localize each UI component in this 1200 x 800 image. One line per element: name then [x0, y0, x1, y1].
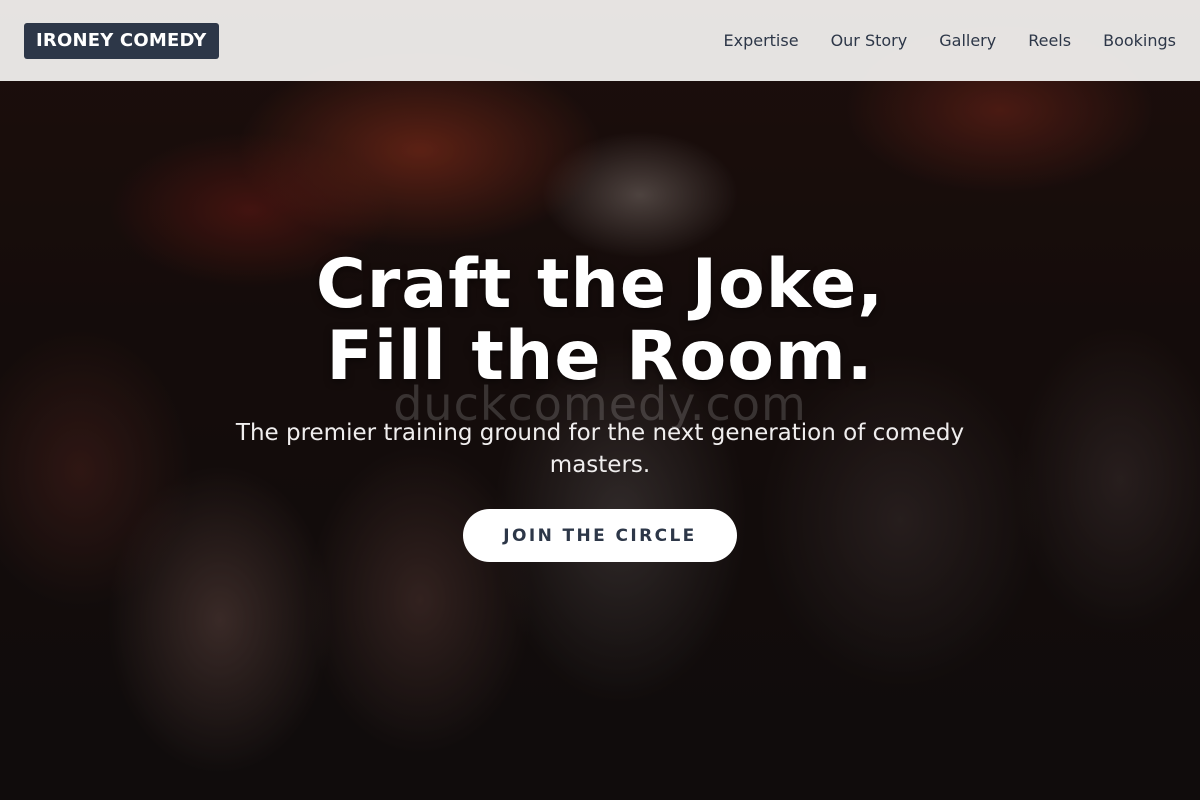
page: IRONEY COMEDY Expertise Our Story Galler…: [0, 0, 1200, 800]
site-header: IRONEY COMEDY Expertise Our Story Galler…: [0, 0, 1200, 81]
site-logo[interactable]: IRONEY COMEDY: [24, 22, 219, 59]
hero-section: Craft the Joke, Fill the Room. duckcomed…: [0, 81, 1200, 800]
nav-link-our-story[interactable]: Our Story: [831, 31, 908, 50]
join-the-circle-button[interactable]: JOIN THE CIRCLE: [463, 509, 737, 562]
hero-title: Craft the Joke, Fill the Room.: [100, 249, 1100, 393]
hero-title-line-2: Fill the Room.: [326, 317, 874, 396]
nav-link-reels[interactable]: Reels: [1028, 31, 1071, 50]
hero-subtitle: The premier training ground for the next…: [235, 420, 965, 478]
nav-link-bookings[interactable]: Bookings: [1103, 31, 1176, 50]
nav-link-gallery[interactable]: Gallery: [939, 31, 996, 50]
nav-link-expertise[interactable]: Expertise: [724, 31, 799, 50]
hero-title-line-1: Craft the Joke,: [315, 245, 885, 324]
main-nav: Expertise Our Story Gallery Reels Bookin…: [692, 31, 1177, 50]
